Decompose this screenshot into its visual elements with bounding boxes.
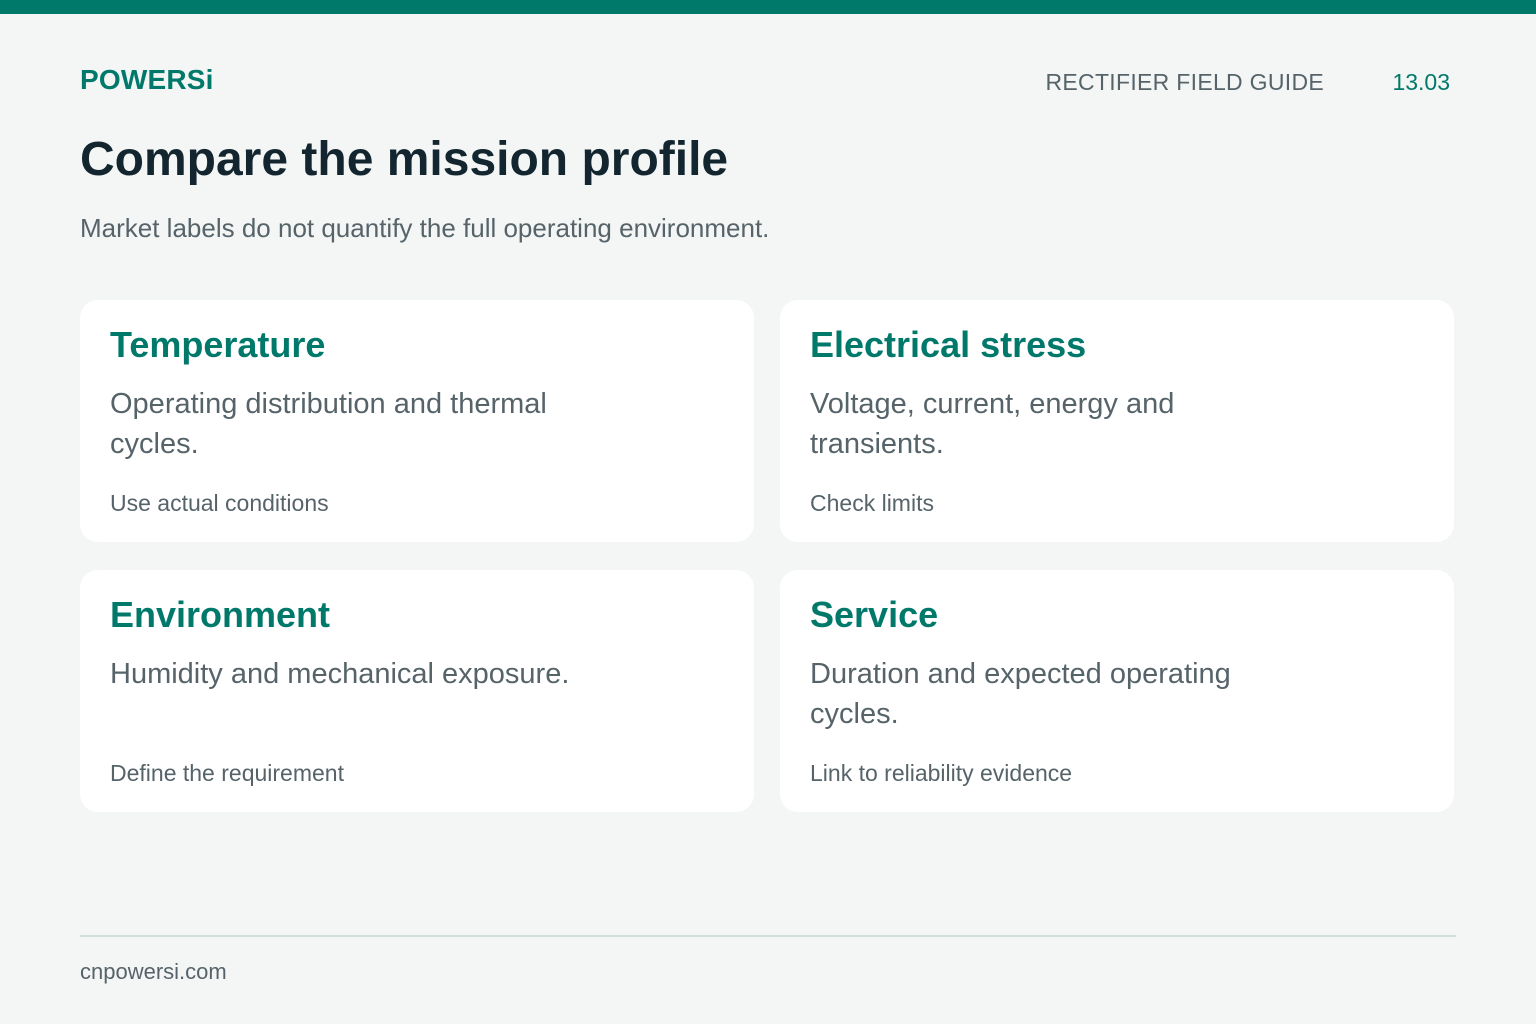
card-title: Electrical stress (810, 324, 1087, 365)
card-description: Voltage, current, energy and transients. (810, 388, 1175, 460)
brand-logo[interactable]: POWERSi (80, 64, 214, 96)
guide-title: RECTIFIER FIELD GUIDE (1045, 69, 1324, 95)
card-title: Environment (110, 594, 331, 635)
page-number: 13.03 (1392, 69, 1450, 95)
card-description: Operating distribution and thermal cycle… (110, 388, 547, 460)
card-title: Service (810, 594, 939, 635)
card-environment: Environment Humidity and mechanical expo… (80, 570, 754, 812)
card-description: Duration and expected operating cycles. (810, 658, 1231, 730)
card-note: Link to reliability evidence (810, 760, 1073, 786)
page-title: Compare the mission profile (80, 133, 729, 186)
card-note: Use actual conditions (110, 490, 329, 516)
card-description: Humidity and mechanical exposure. (110, 658, 570, 690)
card-title: Temperature (110, 324, 326, 365)
card-electrical-stress: Electrical stress Voltage, current, ener… (780, 300, 1454, 542)
card-service: Service Duration and expected operating … (780, 570, 1454, 812)
card-note: Check limits (810, 490, 934, 516)
card-temperature: Temperature Operating distribution and t… (80, 300, 754, 542)
footer-website-link[interactable]: cnpowersi.com (80, 959, 227, 985)
top-accent-bar (0, 0, 1536, 14)
card-note: Define the requirement (110, 760, 344, 786)
page-subtitle: Market labels do not quantify the full o… (80, 213, 770, 243)
footer-divider (80, 935, 1456, 937)
